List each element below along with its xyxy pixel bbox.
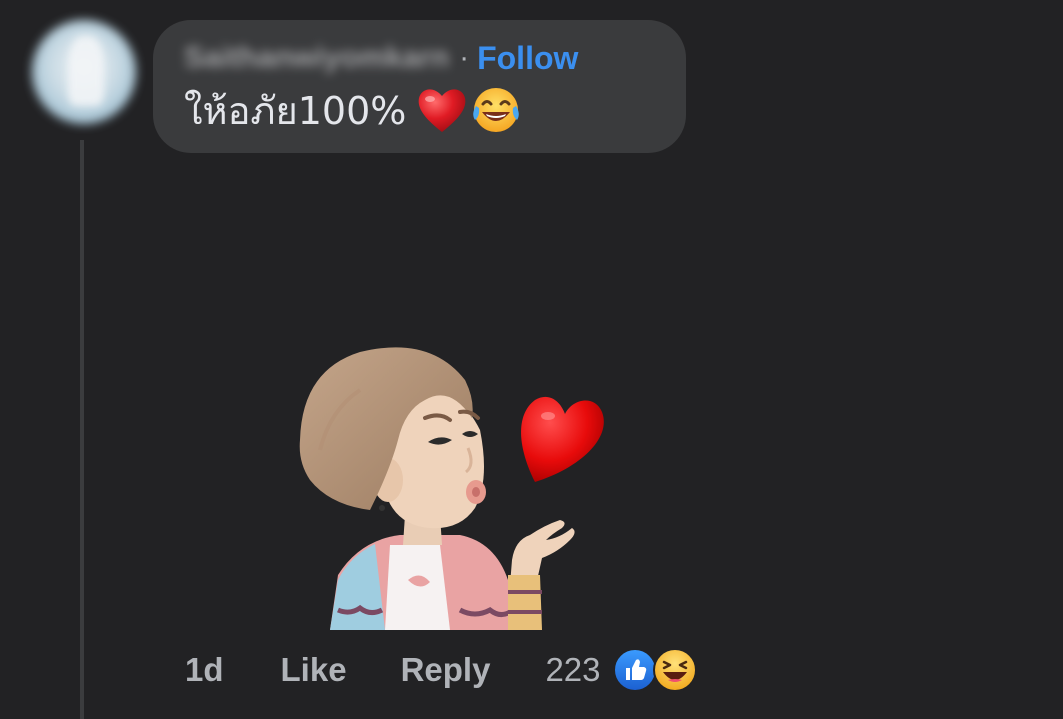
author-name[interactable]: Saithanwiyomkarn	[184, 41, 449, 75]
separator-dot: ·	[459, 41, 470, 74]
thread-line	[80, 140, 84, 719]
comment-footer: 1d Like Reply 223	[185, 645, 697, 695]
like-reaction-icon	[612, 648, 657, 692]
follow-button[interactable]: Follow	[477, 40, 578, 77]
red-heart-emoji	[419, 89, 466, 132]
comment-body: ให้อภัย100%	[184, 88, 407, 133]
comment-time[interactable]: 1d	[185, 651, 224, 689]
reply-button[interactable]: Reply	[401, 651, 491, 689]
avatar-blowing-kiss-sticker[interactable]	[290, 330, 620, 630]
haha-reaction-icon	[652, 648, 697, 692]
reaction-count[interactable]: 223	[545, 651, 600, 689]
comment-emojis	[416, 84, 522, 136]
like-button[interactable]: Like	[281, 651, 347, 689]
reaction-icons[interactable]	[612, 648, 697, 692]
avatar-figure	[68, 36, 104, 106]
tears-of-joy-emoji	[473, 88, 520, 132]
comment-text: ให้อภัย100%	[184, 83, 522, 137]
comment-header: Saithanwiyomkarn · Follow	[184, 38, 578, 78]
